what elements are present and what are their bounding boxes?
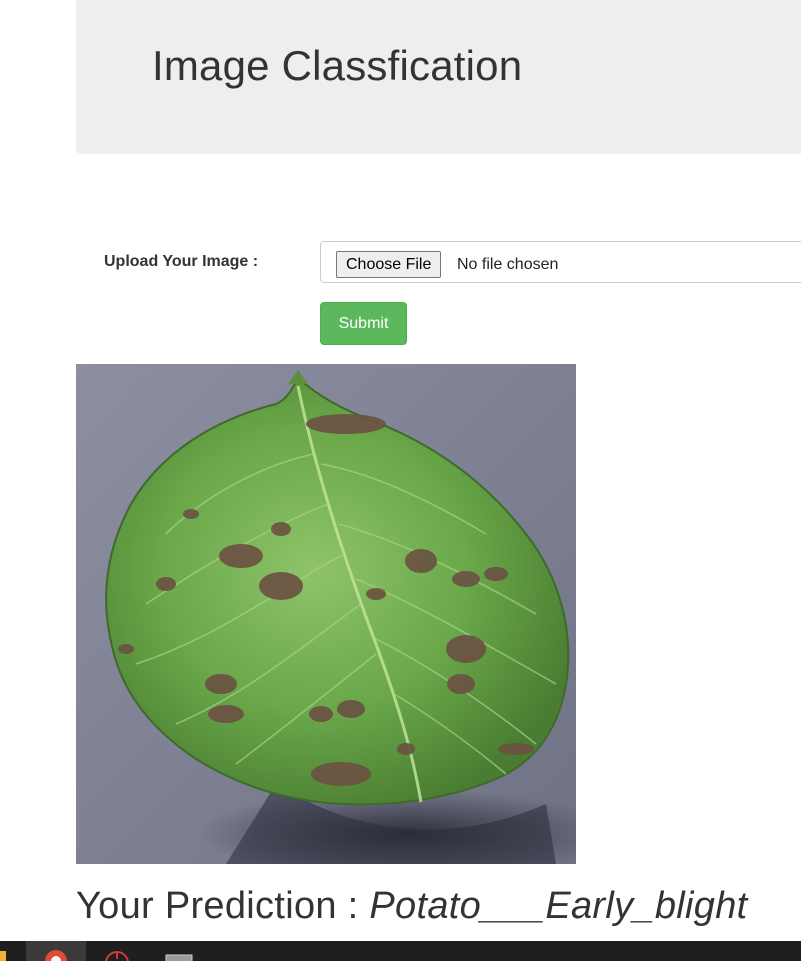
windows-start-icon[interactable] xyxy=(0,941,8,961)
power-icon[interactable] xyxy=(102,941,132,961)
page-title: Image Classfication xyxy=(152,42,523,89)
chrome-icon[interactable] xyxy=(26,941,86,961)
prediction-value: Potato___Early_blight xyxy=(369,885,748,927)
page: Image Classfication Upload Your Image : … xyxy=(0,0,801,961)
monitor-icon[interactable] xyxy=(160,941,196,961)
file-input[interactable]: Choose File No file chosen xyxy=(320,241,801,283)
submit-button[interactable]: Submit xyxy=(320,302,407,345)
os-taskbar xyxy=(0,941,801,961)
uploaded-leaf-image xyxy=(76,364,576,864)
prediction-label: Your Prediction : xyxy=(76,885,359,927)
upload-label: Upload Your Image : xyxy=(104,253,259,270)
file-status-text: No file chosen xyxy=(457,256,559,273)
choose-file-button[interactable]: Choose File xyxy=(336,251,442,278)
prediction-result: Your Prediction : Potato___Early_blight xyxy=(76,885,748,928)
